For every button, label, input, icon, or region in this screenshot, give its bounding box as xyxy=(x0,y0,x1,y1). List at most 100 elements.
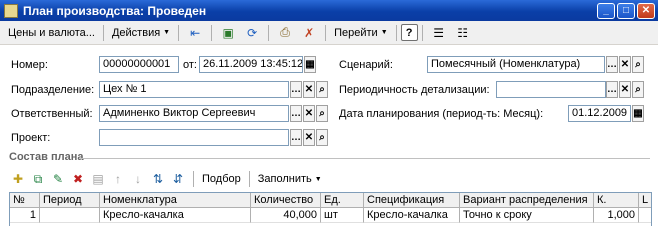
copy-row-icon[interactable]: ⧉ xyxy=(29,170,47,188)
responsible-label: Ответственный: xyxy=(11,108,93,120)
sort-desc-icon[interactable]: ⇵ xyxy=(169,170,187,188)
date-field[interactable]: 26.11.2009 13:45:12 xyxy=(199,56,303,73)
column-header[interactable]: L xyxy=(639,193,651,208)
chevron-down-icon: ▼ xyxy=(314,175,322,183)
table-cell[interactable] xyxy=(639,208,651,223)
clear-icon[interactable]: ✕ xyxy=(619,81,631,98)
periodicity-field[interactable] xyxy=(496,81,606,98)
move-up-icon[interactable]: ↑ xyxy=(109,170,127,188)
clear-icon[interactable]: ✕ xyxy=(303,105,315,122)
refresh-icon[interactable]: ⟳ xyxy=(243,24,261,42)
main-toolbar: Цены и валюта... Действия ▼ ⇤ ▣ ⟳ ⎙ ✗ Пе… xyxy=(0,21,658,45)
open-search-icon[interactable]: ⌕ xyxy=(632,56,644,73)
structure-icon[interactable]: ☰ xyxy=(430,24,448,42)
actions-menu-label: Действия xyxy=(111,26,161,39)
project-field[interactable] xyxy=(99,129,289,146)
open-search-icon[interactable]: ⌕ xyxy=(316,129,328,146)
section-divider xyxy=(80,158,650,159)
column-header[interactable]: № xyxy=(10,193,40,208)
goto-menu-label: Перейти xyxy=(334,26,378,39)
table-cell[interactable]: 40,000 xyxy=(251,208,321,223)
toolbar-separator xyxy=(421,24,423,41)
table-cell[interactable]: Точно к сроку xyxy=(460,208,594,223)
table-cell[interactable]: Кресло-качалка xyxy=(364,208,460,223)
number-field[interactable]: 00000000001 xyxy=(99,56,179,73)
scenario-label: Сценарий: xyxy=(339,59,393,71)
end-edit-icon[interactable]: ▤ xyxy=(89,170,107,188)
edit-row-icon[interactable]: ✎ xyxy=(49,170,67,188)
toolbar-separator xyxy=(211,24,213,41)
print-icon[interactable]: ⎙ xyxy=(276,24,294,42)
title-bar: План производства: Проведен _ □ ✕ xyxy=(0,0,658,21)
toolbar-separator xyxy=(268,24,270,41)
table-cell[interactable] xyxy=(40,208,100,223)
table-header: № Период Номенклатура Количество Ед. Спе… xyxy=(10,193,651,208)
select-dots-icon[interactable]: … xyxy=(290,105,302,122)
table-toolbar: ✚ ⧉ ✎ ✖ ▤ ↑ ↓ ⇅ ⇵ Подбор Заполнить ▼ xyxy=(9,168,326,190)
division-label: Подразделение: xyxy=(11,84,95,96)
open-search-icon[interactable]: ⌕ xyxy=(316,81,328,98)
chevron-down-icon: ▼ xyxy=(380,29,388,36)
go-back-icon[interactable]: ⇤ xyxy=(186,24,204,42)
column-header[interactable]: Количество xyxy=(251,193,321,208)
add-row-icon[interactable]: ✚ xyxy=(9,170,27,188)
fill-menu-button[interactable]: Заполнить ▼ xyxy=(254,173,326,185)
periodicity-label: Периодичность детализации: xyxy=(339,84,490,96)
open-search-icon[interactable]: ⌕ xyxy=(632,81,644,98)
division-field[interactable]: Цех № 1 xyxy=(99,81,289,98)
column-header[interactable]: Номенклатура xyxy=(100,193,251,208)
document-icon xyxy=(4,3,18,18)
pick-button[interactable]: Подбор xyxy=(198,173,245,185)
clear-icon[interactable]: ✕ xyxy=(303,129,315,146)
column-header[interactable]: Спецификация xyxy=(364,193,460,208)
window-title: План производства: Проведен xyxy=(23,3,207,18)
responsible-field[interactable]: Админенко Виктор Сергеевич xyxy=(99,105,289,122)
section-title: Состав плана xyxy=(9,151,84,163)
delete-mark-icon[interactable]: ✗ xyxy=(300,24,318,42)
select-dots-icon[interactable]: … xyxy=(606,56,618,73)
list-settings-icon[interactable]: ☷ xyxy=(454,24,472,42)
column-header[interactable]: К. xyxy=(594,193,639,208)
select-dots-icon[interactable]: … xyxy=(290,129,302,146)
column-header[interactable]: Вариант распределения xyxy=(460,193,594,208)
table-cell[interactable]: 1 xyxy=(10,208,40,223)
toolbar-separator xyxy=(102,24,104,41)
select-dots-icon[interactable]: … xyxy=(606,81,618,98)
minimize-button[interactable]: _ xyxy=(597,2,615,19)
toolbar-separator xyxy=(178,24,180,41)
planning-date-label: Дата планирования (период-ть: Месяц): xyxy=(339,108,544,120)
prices-currency-button[interactable]: Цены и валюта... xyxy=(4,27,99,39)
open-search-icon[interactable]: ⌕ xyxy=(316,105,328,122)
table-cell[interactable]: шт xyxy=(321,208,364,223)
help-button[interactable]: ? xyxy=(400,24,418,41)
table-cell[interactable]: Кресло-качалка xyxy=(100,208,251,223)
post-document-icon[interactable]: ▣ xyxy=(219,24,237,42)
toolbar-separator xyxy=(395,24,397,41)
maximize-button[interactable]: □ xyxy=(617,2,635,19)
scenario-field[interactable]: Помесячный (Номенклатура) xyxy=(427,56,605,73)
delete-row-icon[interactable]: ✖ xyxy=(69,170,87,188)
close-button[interactable]: ✕ xyxy=(637,2,655,19)
project-label: Проект: xyxy=(11,132,51,144)
planning-date-field[interactable]: 01.12.2009 xyxy=(568,105,631,122)
date-label: от: xyxy=(183,59,197,71)
actions-menu-button[interactable]: Действия ▼ xyxy=(108,27,174,39)
clear-icon[interactable]: ✕ xyxy=(619,56,631,73)
column-header[interactable]: Период xyxy=(40,193,100,208)
chevron-down-icon: ▼ xyxy=(163,29,171,36)
table-cell[interactable]: 1,000 xyxy=(594,208,639,223)
clear-icon[interactable]: ✕ xyxy=(303,81,315,98)
table-row[interactable]: 1 Кресло-качалка 40,000 шт Кресло-качалк… xyxy=(10,208,651,223)
sort-asc-icon[interactable]: ⇅ xyxy=(149,170,167,188)
move-down-icon[interactable]: ↓ xyxy=(129,170,147,188)
goto-menu-button[interactable]: Перейти ▼ xyxy=(330,27,392,39)
prices-currency-label: Цены и валюта... xyxy=(8,26,95,39)
fill-menu-label: Заполнить xyxy=(257,173,312,185)
toolbar-separator xyxy=(325,24,327,41)
select-dots-icon[interactable]: … xyxy=(290,81,302,98)
column-header[interactable]: Ед. xyxy=(321,193,364,208)
toolbar-separator xyxy=(248,171,250,187)
plan-table: № Период Номенклатура Количество Ед. Спе… xyxy=(9,192,652,226)
calendar-icon[interactable]: ▦ xyxy=(304,56,316,73)
calendar-icon[interactable]: ▦ xyxy=(632,105,644,122)
